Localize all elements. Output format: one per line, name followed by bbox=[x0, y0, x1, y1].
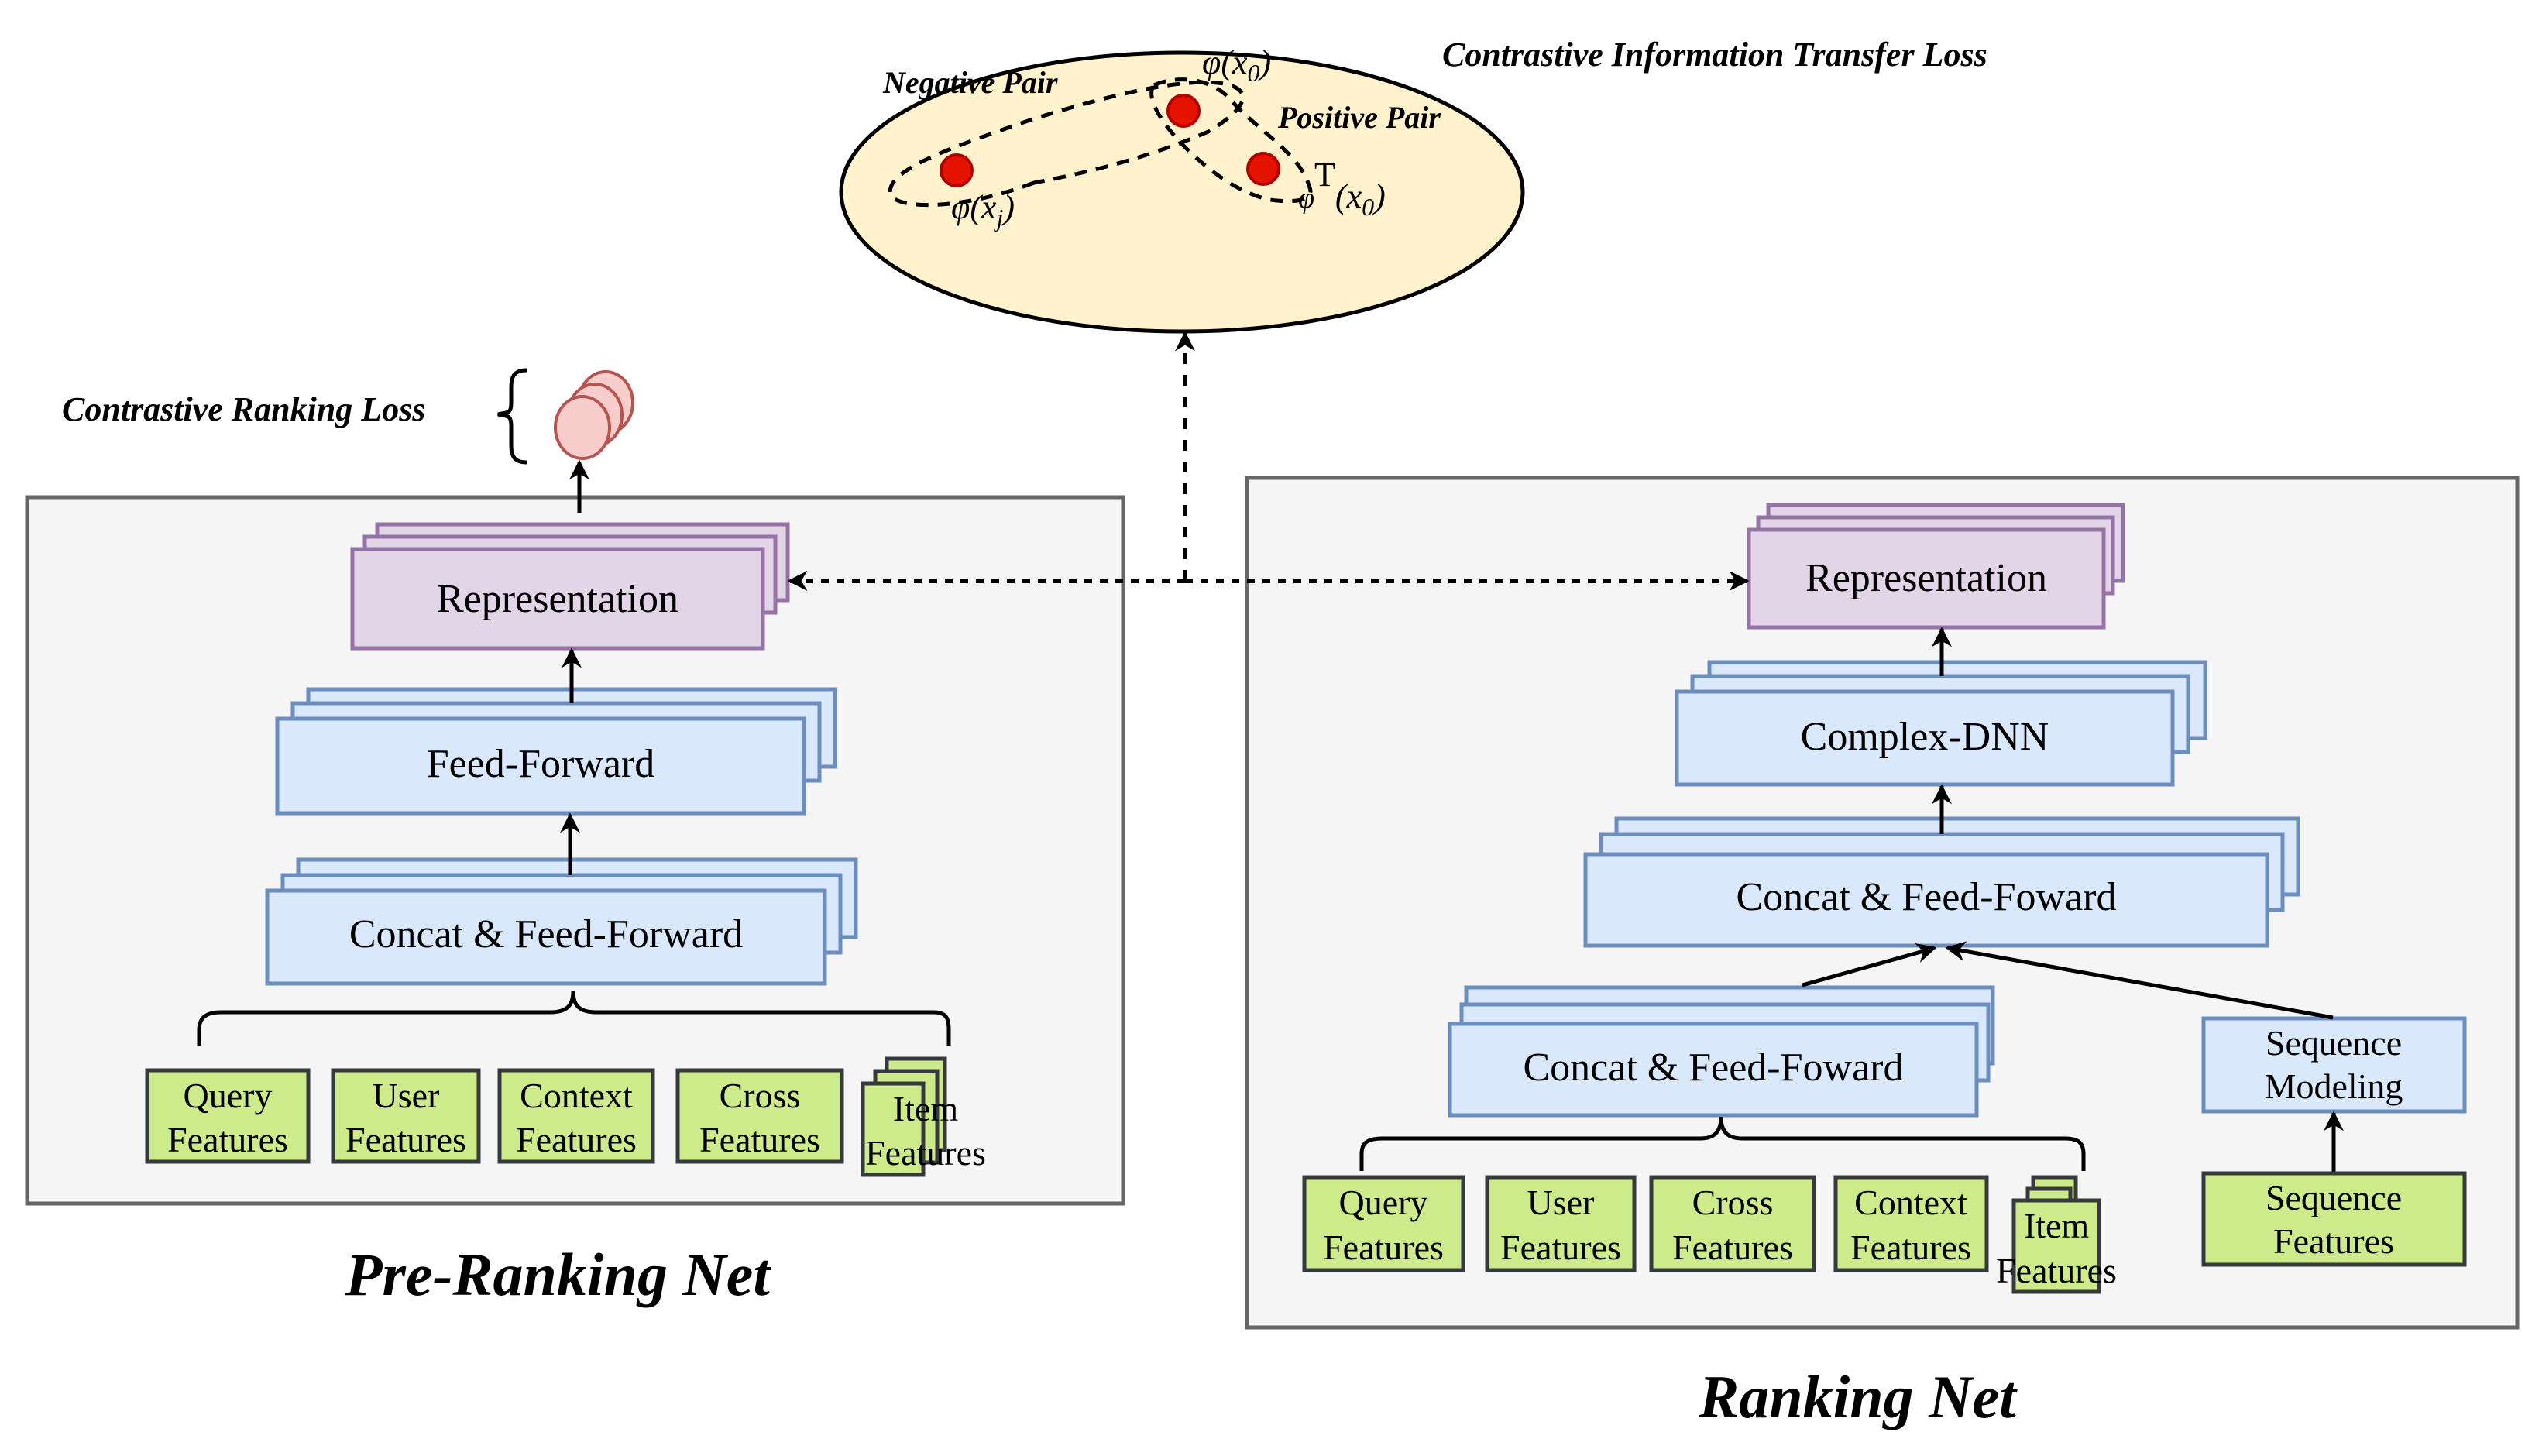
pre-feature-user[interactable]: User Features bbox=[331, 1068, 481, 1164]
feature-line2: Features bbox=[1500, 1228, 1621, 1267]
feature-line1: Sequence bbox=[2266, 1178, 2402, 1217]
rank-concat-ff-bottom-label: Concat & Feed-Foward bbox=[1523, 1046, 1903, 1090]
embedding-space: Negative Pair Positive Pair φ(x0) φ(xj) … bbox=[839, 43, 1525, 334]
pre-feature-context[interactable]: Context Features bbox=[497, 1068, 655, 1164]
contrastive-information-transfer-loss-title: Contrastive Information Transfer Loss bbox=[1442, 36, 1987, 74]
pre-ranking-net-title: Pre-Ranking Net bbox=[345, 1241, 772, 1308]
sequence-modeling-line1: Sequence bbox=[2266, 1023, 2402, 1063]
anchor-point bbox=[1166, 94, 1201, 128]
rank-feature-sequence[interactable]: Sequence Features bbox=[2201, 1171, 2467, 1267]
feature-line2: Features bbox=[167, 1120, 288, 1159]
contrastive-ranking-loss-label: Contrastive Ranking Loss bbox=[62, 390, 425, 428]
feature-line2: Features bbox=[1850, 1228, 1971, 1267]
positive-point bbox=[1246, 152, 1280, 186]
diagram-canvas: Negative Pair Positive Pair φ(x0) φ(xj) … bbox=[25, 36, 2520, 1430]
rank-sequence-modeling-block[interactable]: Sequence Modeling bbox=[2201, 1016, 2467, 1114]
rank-complex-dnn-block[interactable]: Complex-DNN bbox=[1675, 660, 2207, 787]
pre-feed-forward-label: Feed-Forward bbox=[427, 742, 655, 786]
feature-line1: User bbox=[373, 1076, 440, 1115]
feature-line1: Item bbox=[893, 1089, 959, 1128]
rank-complex-dnn-label: Complex-DNN bbox=[1801, 715, 2049, 759]
ranking-net-title: Ranking Net bbox=[1698, 1363, 2018, 1430]
rank-feature-query[interactable]: Query Features bbox=[1302, 1175, 1465, 1272]
negative-math-label: φ(xj) bbox=[951, 188, 1015, 232]
feature-line2: Features bbox=[1996, 1251, 2117, 1290]
feature-line2: Features bbox=[699, 1120, 820, 1159]
feature-line1: User bbox=[1527, 1183, 1595, 1222]
sequence-modeling-line2: Modeling bbox=[2265, 1066, 2403, 1106]
feature-line2: Features bbox=[1323, 1228, 1444, 1267]
pre-concat-ff-block[interactable]: Concat & Feed-Forward bbox=[265, 857, 858, 986]
rank-concat-ff-top-block[interactable]: Concat & Feed-Foward bbox=[1583, 816, 2300, 948]
feature-line1: Cross bbox=[720, 1076, 801, 1115]
feature-line2: Features bbox=[345, 1120, 466, 1159]
rank-concat-ff-top-label: Concat & Feed-Foward bbox=[1736, 875, 2116, 919]
feature-line1: Query bbox=[184, 1076, 273, 1115]
feature-line1: Query bbox=[1339, 1183, 1428, 1222]
pre-representation-block[interactable]: Representation bbox=[350, 522, 790, 651]
rank-representation-label: Representation bbox=[1805, 556, 2047, 600]
rank-representation-block[interactable]: Representation bbox=[1747, 503, 2125, 630]
rank-feature-context[interactable]: Context Features bbox=[1833, 1175, 1989, 1272]
anchor-math-label: φ(x0) bbox=[1202, 43, 1271, 87]
rank-feature-user[interactable]: User Features bbox=[1485, 1175, 1637, 1272]
positive-pair-label: Positive Pair bbox=[1277, 100, 1441, 135]
feature-line1: Context bbox=[1854, 1183, 1967, 1222]
pre-feature-cross[interactable]: Cross Features bbox=[675, 1068, 844, 1164]
pre-representation-label: Representation bbox=[437, 577, 678, 621]
negative-point bbox=[940, 153, 974, 187]
feature-line1: Item bbox=[2024, 1206, 2090, 1245]
rank-concat-ff-bottom-block[interactable]: Concat & Feed-Foward bbox=[1448, 985, 1995, 1118]
feature-line2: Features bbox=[516, 1120, 637, 1159]
loss-stack-icon bbox=[554, 370, 634, 460]
feature-line1: Context bbox=[520, 1076, 633, 1115]
pre-concat-ff-label: Concat & Feed-Forward bbox=[349, 912, 743, 956]
feature-line2: Features bbox=[865, 1133, 986, 1173]
loss-brace-icon bbox=[497, 368, 527, 465]
feature-line2: Features bbox=[2273, 1221, 2394, 1261]
feature-line2: Features bbox=[1672, 1228, 1793, 1267]
pre-feature-query[interactable]: Query Features bbox=[145, 1068, 311, 1164]
feature-line1: Cross bbox=[1692, 1183, 1774, 1222]
rank-feature-cross[interactable]: Cross Features bbox=[1649, 1175, 1816, 1272]
negative-pair-label: Negative Pair bbox=[882, 65, 1058, 100]
pre-feed-forward-block[interactable]: Feed-Forward bbox=[275, 687, 837, 816]
